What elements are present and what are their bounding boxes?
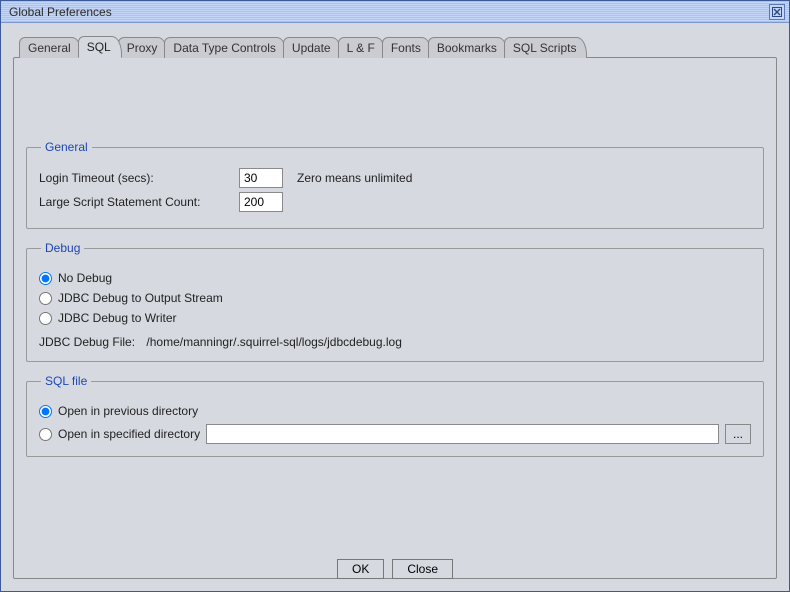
tabrow: General SQL Proxy Data Type Controls Upd… (13, 35, 777, 57)
tab-label: SQL Scripts (513, 41, 577, 55)
group-sql-file-legend: SQL file (41, 374, 91, 388)
radio-open-specified-dir[interactable]: Open in specified directory (39, 427, 200, 441)
radio-no-debug[interactable]: No Debug (39, 271, 751, 285)
tab-label: Update (292, 41, 331, 55)
tab-proxy[interactable]: Proxy (118, 37, 169, 58)
radio-open-previous-dir-input[interactable] (39, 405, 52, 418)
tab-fonts[interactable]: Fonts (382, 37, 432, 58)
row-open-specified-dir: Open in specified directory ... (39, 424, 751, 444)
radio-no-debug-input[interactable] (39, 272, 52, 285)
radio-jdbc-output-stream-input[interactable] (39, 292, 52, 305)
radio-label: JDBC Debug to Output Stream (58, 291, 223, 305)
content-area: General SQL Proxy Data Type Controls Upd… (1, 23, 789, 591)
tab-sql-scripts[interactable]: SQL Scripts (504, 37, 588, 58)
tab-sql[interactable]: SQL (78, 36, 122, 58)
jdbc-debug-file-value: /home/manningr/.squirrel-sql/logs/jdbcde… (146, 335, 401, 349)
row-large-script: Large Script Statement Count: (39, 192, 751, 212)
ok-button[interactable]: OK (337, 559, 384, 579)
row-jdbc-debug-file: JDBC Debug File: /home/manningr/.squirre… (39, 335, 751, 349)
tab-data-type-controls[interactable]: Data Type Controls (164, 37, 287, 58)
group-general-legend: General (41, 140, 92, 154)
close-icon (772, 7, 782, 17)
tab-label: Data Type Controls (173, 41, 276, 55)
login-timeout-label: Login Timeout (secs): (39, 171, 239, 185)
radio-jdbc-writer-input[interactable] (39, 312, 52, 325)
group-debug: Debug No Debug JDBC Debug to Output Stre… (26, 241, 764, 362)
radio-label: JDBC Debug to Writer (58, 311, 176, 325)
radio-label: Open in previous directory (58, 404, 198, 418)
browse-button[interactable]: ... (725, 424, 751, 444)
row-login-timeout: Login Timeout (secs): Zero means unlimit… (39, 168, 751, 188)
window-title: Global Preferences (9, 5, 112, 19)
tab-label: SQL (87, 40, 111, 54)
tab-label: L & F (347, 41, 375, 55)
radio-jdbc-output-stream[interactable]: JDBC Debug to Output Stream (39, 291, 751, 305)
radio-label: Open in specified directory (58, 427, 200, 441)
close-window-button[interactable] (769, 4, 785, 20)
tab-label: General (28, 41, 71, 55)
tab-look-and-feel[interactable]: L & F (338, 37, 386, 58)
titlebar: Global Preferences (1, 1, 789, 23)
large-script-label: Large Script Statement Count: (39, 195, 239, 209)
login-timeout-help: Zero means unlimited (297, 171, 412, 185)
radio-label: No Debug (58, 271, 112, 285)
close-button[interactable]: Close (392, 559, 453, 579)
tab-update[interactable]: Update (283, 37, 342, 58)
tab-label: Bookmarks (437, 41, 497, 55)
tab-label: Proxy (127, 41, 158, 55)
radio-open-specified-dir-input[interactable] (39, 428, 52, 441)
group-general: General Login Timeout (secs): Zero means… (26, 140, 764, 229)
login-timeout-field[interactable] (239, 168, 283, 188)
group-sql-file: SQL file Open in previous directory Open… (26, 374, 764, 457)
preferences-window: Global Preferences General SQL Proxy Dat… (0, 0, 790, 592)
large-script-field[interactable] (239, 192, 283, 212)
radio-open-previous-dir[interactable]: Open in previous directory (39, 404, 751, 418)
tab-general[interactable]: General (19, 37, 82, 58)
radio-jdbc-writer[interactable]: JDBC Debug to Writer (39, 311, 751, 325)
tabpanel-sql: General Login Timeout (secs): Zero means… (13, 57, 777, 579)
dialog-buttons: OK Close (1, 559, 789, 579)
tab-bookmarks[interactable]: Bookmarks (428, 37, 508, 58)
specified-dir-field[interactable] (206, 424, 719, 444)
jdbc-debug-file-label: JDBC Debug File: (39, 335, 135, 349)
tab-label: Fonts (391, 41, 421, 55)
group-debug-legend: Debug (41, 241, 84, 255)
